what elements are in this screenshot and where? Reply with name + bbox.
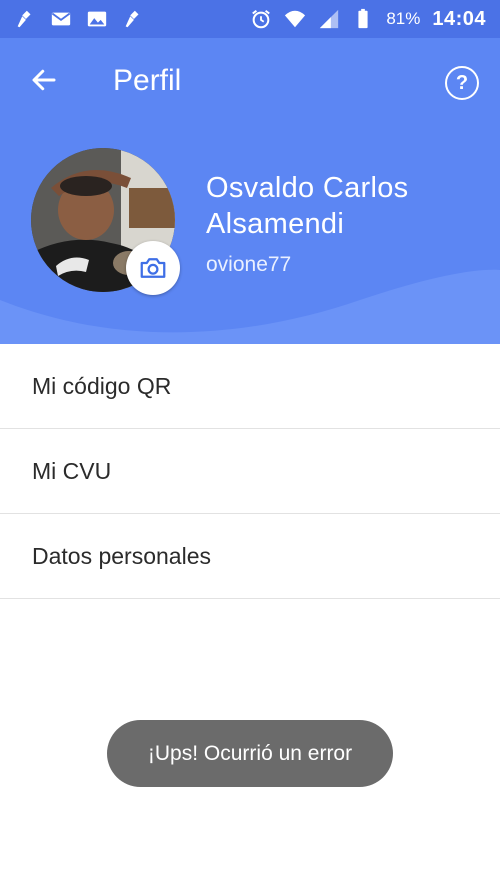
toolbar: Perfil ? [0,38,500,124]
menu-item-cvu[interactable]: Mi CVU [0,429,500,514]
battery-percent: 81% [386,9,421,28]
page-title: Perfil [113,64,182,97]
profile-menu: Mi código QR Mi CVU Datos personales [0,344,500,599]
menu-item-label: Datos personales [32,542,211,569]
broom-icon [122,8,144,30]
toast-message: ¡Ups! Ocurrió un error [147,741,353,765]
menu-item-personal-data[interactable]: Datos personales [0,514,500,599]
image-icon [86,8,108,30]
battery-icon [352,8,374,30]
change-photo-button[interactable] [126,241,180,295]
notification-icons [14,8,144,30]
error-toast: ¡Ups! Ocurrió un error [107,720,393,787]
status-bar: 81% 14:04 [0,0,500,38]
back-button[interactable] [26,62,62,98]
wifi-icon [284,8,306,30]
mail-icon [50,8,72,30]
system-icons: 81% 14:04 [250,8,486,31]
profile-username: ovione77 [206,253,292,276]
question-circle-icon: ? [455,72,469,94]
menu-item-qr-code[interactable]: Mi código QR [0,344,500,429]
profile-header: Perfil ? Osvaldo Carlos Alsamendi ovione… [0,38,500,344]
clock: 14:04 [432,7,486,30]
camera-icon [140,258,166,278]
help-button[interactable]: ? [445,66,479,100]
signal-icon [318,8,340,30]
menu-item-label: Mi CVU [32,457,112,484]
alarm-icon [250,8,272,30]
menu-item-label: Mi código QR [32,372,172,399]
arrow-left-icon [32,69,56,91]
broom-icon [14,8,36,30]
profile-name: Osvaldo Carlos Alsamendi [206,172,409,240]
